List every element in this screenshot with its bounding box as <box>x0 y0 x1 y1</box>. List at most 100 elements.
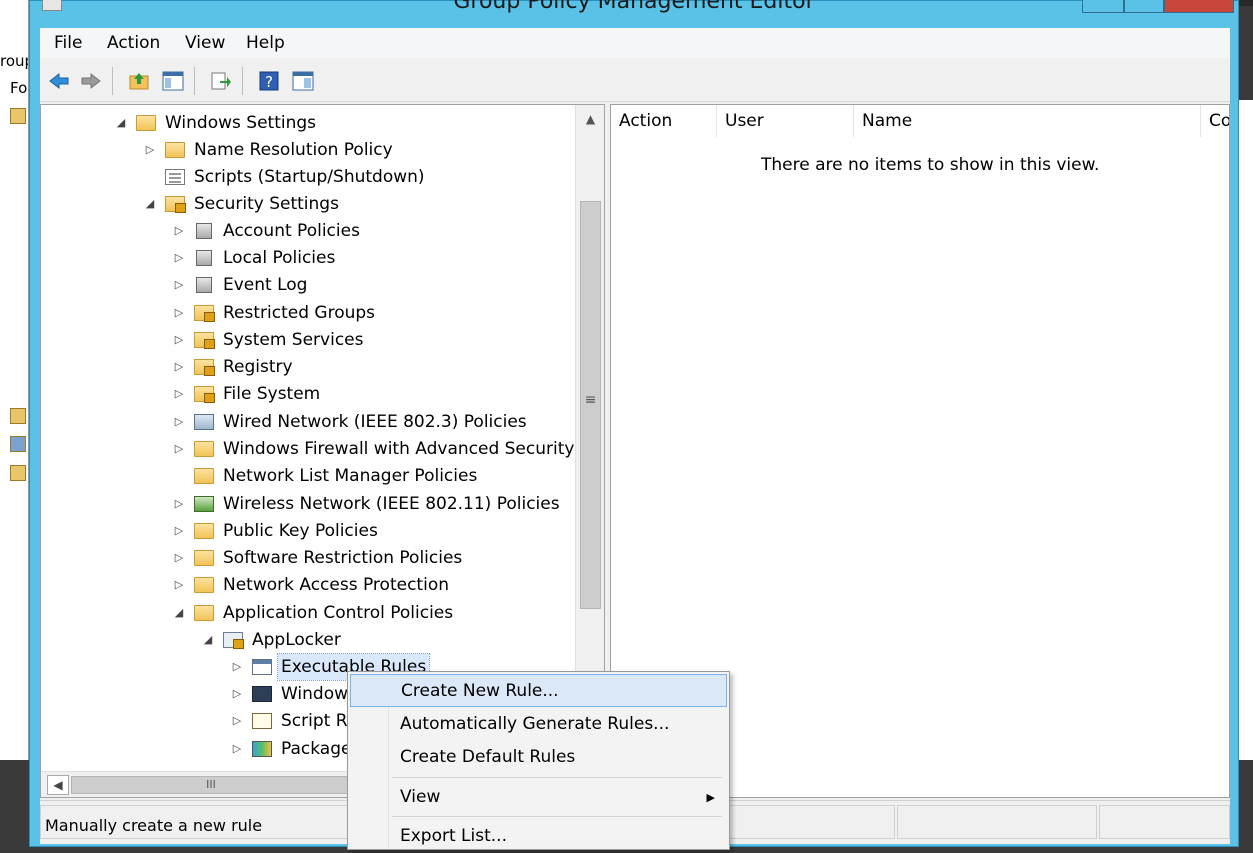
tree-item-label: Security Settings <box>194 194 339 214</box>
back-arrow-icon[interactable] <box>48 70 70 92</box>
column-header-name[interactable]: Name <box>854 105 1201 137</box>
wireless-icon <box>194 496 214 512</box>
menu-separator <box>392 777 722 778</box>
menu-item-label: Create Default Rules <box>400 747 576 767</box>
tree-item-label: Registry <box>223 357 293 377</box>
computer-icon <box>10 436 26 452</box>
lockfolder-icon <box>194 359 215 376</box>
tree-item-label: Network List Manager Policies <box>223 466 478 486</box>
tree-item-label: System Services <box>223 330 364 350</box>
menu-item-automatically-generate-rules[interactable]: Automatically Generate Rules... <box>350 708 727 741</box>
menu-item-create-default-rules[interactable]: Create Default Rules <box>350 741 727 774</box>
expand-arrow-icon[interactable]: ▷ <box>172 491 186 517</box>
expand-arrow-icon[interactable]: ▷ <box>172 545 186 571</box>
menu-separator <box>392 816 722 817</box>
scrollbar-grip: ≡ <box>584 392 597 408</box>
tree-item-label: Application Control Policies <box>223 603 454 623</box>
horizontal-scrollbar-thumb[interactable]: III <box>71 776 351 794</box>
expand-arrow-icon[interactable]: ▷ <box>172 436 186 462</box>
scrollbar-thumb[interactable]: ≡ <box>580 201 601 609</box>
menu-item-label: Export List... <box>400 826 507 846</box>
folder-icon <box>136 115 156 131</box>
menu-help[interactable]: Help <box>246 33 285 53</box>
expand-arrow-icon[interactable]: ▷ <box>172 354 186 380</box>
folder-icon <box>194 605 214 621</box>
expand-arrow-icon[interactable]: ▷ <box>230 708 244 734</box>
background-window-label: roup <box>0 52 28 70</box>
up-folder-icon[interactable] <box>128 70 150 92</box>
menu-item-export-list[interactable]: Export List... <box>350 820 727 853</box>
tree-item-label: Wired Network (IEEE 802.3) Policies <box>223 412 527 432</box>
toolbar-separator <box>194 67 195 95</box>
column-header-conditions[interactable]: Co <box>1201 105 1229 137</box>
expand-arrow-icon[interactable]: ▷ <box>172 381 186 407</box>
tree-item-label: Window <box>281 684 349 704</box>
menu-item-label: Create New Rule... <box>401 681 559 701</box>
menu-file[interactable]: File <box>54 33 82 53</box>
tree-item-label: Windows Firewall with Advanced Security <box>223 439 575 459</box>
script-icon <box>252 713 272 729</box>
server-icon <box>196 250 212 266</box>
expand-arrow-icon[interactable]: ▷ <box>172 518 186 544</box>
column-header-user[interactable]: User <box>717 105 854 137</box>
tree-item-label: Local Policies <box>223 248 336 268</box>
menu-bar: File Action View Help <box>40 28 1230 58</box>
show-hide-tree-icon[interactable] <box>162 70 184 92</box>
folder-icon <box>194 523 214 539</box>
maximize-button[interactable] <box>1124 0 1164 13</box>
folder-icon <box>10 408 26 424</box>
expand-arrow-icon[interactable]: ▷ <box>172 272 186 298</box>
status-text: Manually create a new rule <box>45 816 263 835</box>
expand-arrow-icon[interactable]: ▷ <box>172 572 186 598</box>
status-bar-panel <box>1099 805 1230 839</box>
applocker-icon <box>223 632 244 649</box>
menu-item-create-new-rule[interactable]: Create New Rule... <box>350 674 727 707</box>
doc-icon <box>165 169 185 185</box>
menu-item-label: Automatically Generate Rules... <box>400 714 670 734</box>
lockfolder-icon <box>165 196 186 213</box>
expand-arrow-icon[interactable]: ▷ <box>172 409 186 435</box>
menu-action[interactable]: Action <box>107 33 160 53</box>
expand-arrow-icon[interactable]: ▷ <box>172 300 186 326</box>
tree-item-label: Wireless Network (IEEE 802.11) Policies <box>223 494 560 514</box>
toolbar-separator <box>242 67 243 95</box>
help-icon[interactable]: ? <box>258 70 280 92</box>
folder-icon <box>10 108 26 124</box>
expand-arrow-icon[interactable]: ▷ <box>230 681 244 707</box>
menu-view[interactable]: View <box>185 33 225 53</box>
collapse-arrow-icon[interactable]: ◢ <box>201 627 215 653</box>
background-window-label: Fo <box>10 79 28 97</box>
expand-arrow-icon[interactable]: ▷ <box>172 245 186 271</box>
server-icon <box>196 223 212 239</box>
column-header-action[interactable]: Action <box>611 105 717 137</box>
tree-item-label: Restricted Groups <box>223 303 376 323</box>
expand-arrow-icon[interactable]: ▷ <box>143 137 157 163</box>
window-title: Group Policy Management Editor <box>453 0 815 14</box>
title-bar[interactable]: Group Policy Management Editor <box>30 0 1238 25</box>
action-pane-icon[interactable] <box>292 70 314 92</box>
empty-view-message: There are no items to show in this view. <box>761 155 1100 175</box>
collapse-arrow-icon[interactable]: ◢ <box>114 110 128 136</box>
close-button[interactable] <box>1164 0 1234 13</box>
scroll-left-arrow-icon[interactable]: ◀ <box>47 775 69 795</box>
toolbar-separator <box>112 67 113 95</box>
menu-item-view[interactable]: View ▶ <box>350 781 727 814</box>
expand-arrow-icon[interactable]: ▷ <box>230 654 244 680</box>
export-list-icon[interactable] <box>210 70 232 92</box>
exec-icon <box>252 659 272 675</box>
folder-icon <box>194 577 214 593</box>
scroll-up-arrow-icon[interactable]: ▲ <box>576 105 604 133</box>
tree-item-label: Public Key Policies <box>223 521 378 541</box>
expand-arrow-icon[interactable]: ▷ <box>172 327 186 353</box>
status-bar-panel <box>897 805 1097 839</box>
folder-icon <box>194 441 214 457</box>
lockfolder-icon <box>194 305 215 322</box>
collapse-arrow-icon[interactable]: ◢ <box>143 191 157 217</box>
expand-arrow-icon[interactable]: ▷ <box>230 736 244 762</box>
collapse-arrow-icon[interactable]: ◢ <box>172 600 186 626</box>
forward-arrow-icon[interactable] <box>80 70 102 92</box>
minimize-button[interactable] <box>1082 0 1124 13</box>
expand-arrow-icon[interactable]: ▷ <box>172 218 186 244</box>
background-window-right <box>1238 100 1253 760</box>
tree-item-label: Account Policies <box>223 221 360 241</box>
